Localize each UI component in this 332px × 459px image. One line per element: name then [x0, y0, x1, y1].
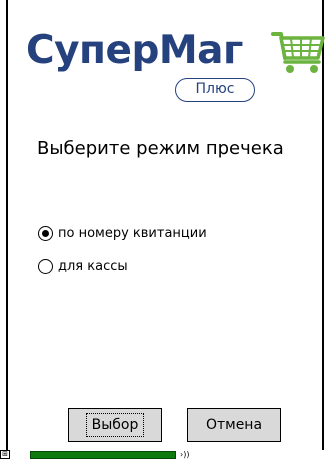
start-icon[interactable]: ⊞	[0, 450, 10, 459]
logo-word-part2: Маг	[158, 28, 244, 73]
progress-bar	[30, 451, 176, 459]
supermag-logo: СуперМаг Плюс	[26, 28, 325, 108]
app-screen: СуперМаг Плюс Выберите режим пречека по …	[0, 0, 332, 459]
cancel-button[interactable]: Отмена	[187, 408, 281, 442]
cancel-button-label: Отмена	[205, 417, 263, 433]
logo-wordmark: СуперМаг	[26, 28, 243, 73]
option-for-register[interactable]: для кассы	[38, 259, 128, 274]
option-label: по номеру квитанции	[58, 226, 207, 241]
plus-badge: Плюс	[175, 78, 255, 102]
option-label: для кассы	[58, 259, 128, 274]
select-button[interactable]: Выбор	[68, 408, 162, 442]
option-by-receipt-number[interactable]: по номеру квитанции	[38, 226, 207, 241]
radio-unselected-icon[interactable]	[38, 259, 53, 274]
radio-selected-icon[interactable]	[38, 226, 53, 241]
logo-word-part1: Супер	[26, 28, 159, 73]
dialog-heading: Выберите режим пречека	[37, 138, 284, 159]
taskbar: ⊞ ›))	[0, 450, 332, 459]
shopping-cart-icon	[271, 32, 325, 73]
signal-icon[interactable]: ›))	[180, 450, 189, 459]
select-button-label: Выбор	[85, 413, 145, 437]
